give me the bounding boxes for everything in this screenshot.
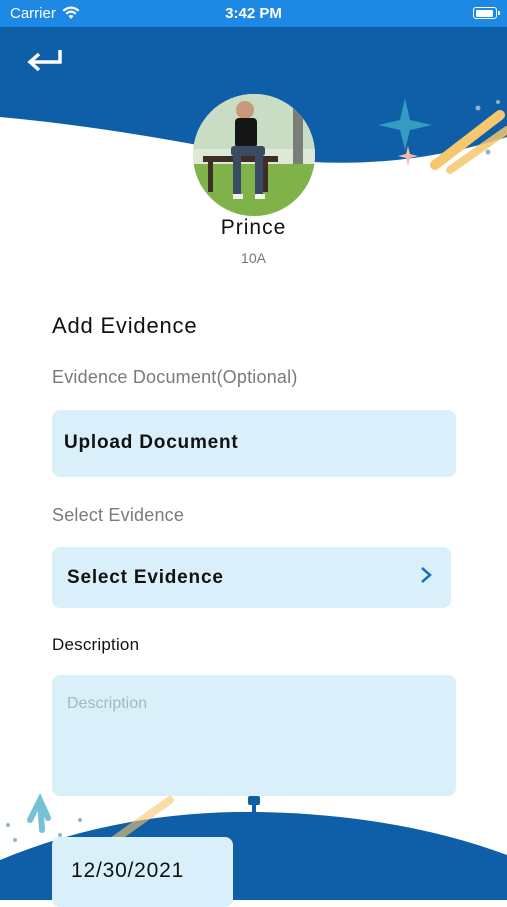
select-evidence-label: Select Evidence	[52, 505, 185, 525]
battery-icon	[473, 7, 500, 19]
date-value: 12/30/2021	[71, 859, 185, 882]
select-evidence-dropdown[interactable]: Select Evidence	[52, 547, 451, 608]
upload-document-label: Upload Document	[64, 432, 239, 453]
profile-class: 10A	[241, 250, 266, 266]
profile-name: Prince	[220, 216, 287, 239]
description-box	[52, 675, 456, 796]
status-bar: Carrier 3:42 PM	[0, 0, 507, 27]
page-title: Add Evidence	[52, 313, 198, 338]
avatar-photo	[193, 94, 315, 216]
chevron-right-icon	[421, 567, 432, 583]
back-arrow-icon	[27, 50, 62, 72]
clock: 3:42 PM	[225, 5, 282, 22]
document-label: Evidence Document(Optional)	[52, 367, 298, 387]
description-input[interactable]	[52, 675, 456, 796]
connector-pin	[248, 796, 260, 818]
back-button[interactable]	[24, 44, 64, 78]
profile-avatar[interactable]	[193, 94, 315, 216]
select-evidence-value: Select Evidence	[67, 567, 224, 588]
date-field[interactable]: 12/30/2021	[52, 837, 233, 907]
upload-document-button[interactable]: Upload Document	[52, 410, 456, 477]
decorative-starfish-graphic	[378, 98, 507, 174]
description-label: Description	[52, 635, 140, 654]
